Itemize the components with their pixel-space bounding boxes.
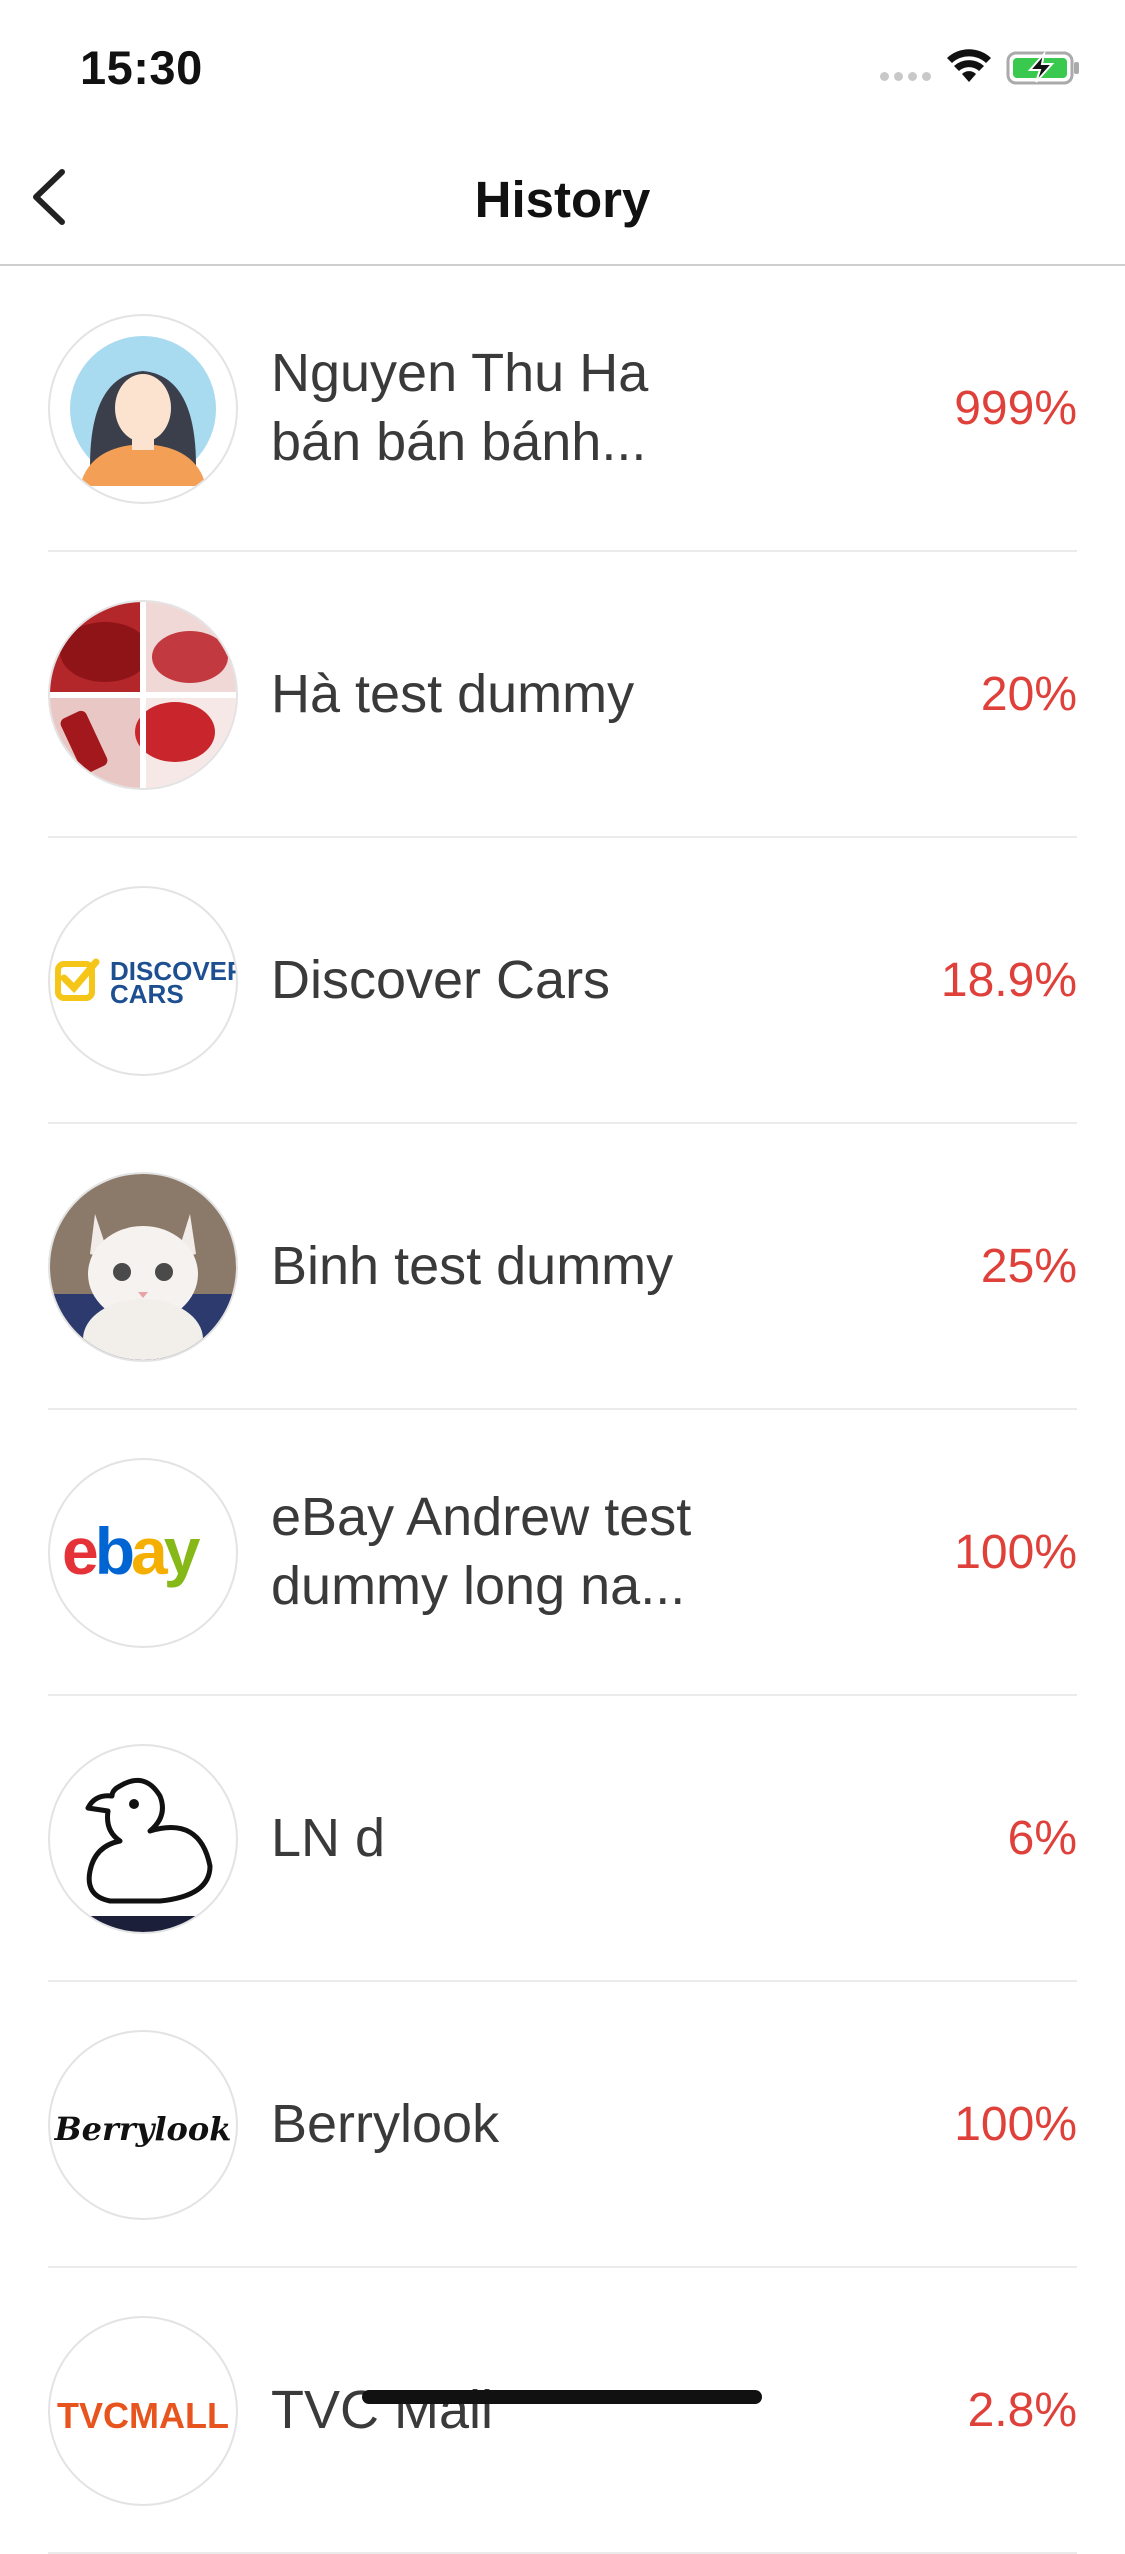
item-percent: 100%: [954, 2097, 1077, 2151]
list-item[interactable]: LN d 6%: [48, 1696, 1077, 1982]
woman-avatar-icon: [48, 314, 238, 504]
item-name: LN d: [271, 1807, 386, 1868]
list-item[interactable]: Hà test dummy 20%: [48, 552, 1077, 838]
list-item[interactable]: Berrylook Berrylook 100%: [48, 1982, 1077, 2268]
item-percent: 6%: [1007, 1811, 1077, 1865]
kitten-photo-icon: [48, 1172, 238, 1362]
berrylook-logo-icon: Berrylook: [48, 2030, 238, 2220]
item-percent: 100%: [954, 1525, 1077, 1579]
duck-logo-icon: [48, 1744, 238, 1934]
list-item[interactable]: DISCOVER CARS Discover Cars 18.9%: [48, 838, 1077, 1124]
item-name: TVC Mall: [271, 2379, 494, 2440]
item-percent: 2.8%: [967, 2383, 1077, 2437]
cellular-signal-icon: [880, 72, 934, 84]
tvcmall-logo-icon: TVCMALL: [48, 2316, 238, 2506]
status-time: 15:30: [80, 41, 203, 94]
battery-charging-icon: [1006, 50, 1079, 85]
item-name: Hà test dummy: [271, 663, 635, 724]
item-percent: 18.9%: [940, 953, 1077, 1007]
item-percent: 25%: [980, 1239, 1077, 1293]
page-title: History: [474, 171, 651, 228]
list-item[interactable]: Binh test dummy 25%: [48, 1124, 1077, 1410]
navigation-bar: History: [0, 132, 1125, 266]
home-indicator[interactable]: [362, 2390, 762, 2404]
item-name: eBay Andrew test dummy long na...: [271, 1487, 692, 1616]
list-item[interactable]: ebay eBay Andrew test dummy long na... 10…: [48, 1410, 1077, 1696]
item-name: Binh test dummy: [271, 1235, 674, 1296]
item-name: Nguyen Thu Ha bán bán bánh...: [271, 343, 649, 472]
list-item[interactable]: Nguyen Thu Ha bán bán bánh... 999%: [48, 266, 1077, 552]
ebay-logo-icon: ebay: [48, 1458, 238, 1648]
item-name: Berrylook: [271, 2093, 500, 2154]
discover-cars-logo-icon: DISCOVER CARS: [48, 886, 238, 1076]
history-list: Nguyen Thu Ha bán bán bánh... 999% Hà tes…: [0, 266, 1125, 2554]
wifi-icon: [947, 49, 991, 82]
lipstick-photo-icon: [48, 600, 238, 790]
item-percent: 20%: [980, 667, 1077, 721]
list-item[interactable]: TVCMALL TVC Mall 2.8%: [48, 2268, 1077, 2554]
svg-text:TVCMALL: TVCMALL: [57, 2395, 229, 2436]
item-percent: 999%: [954, 381, 1077, 435]
status-bar: 15:30: [0, 0, 1125, 132]
svg-text:ebay: ebay: [62, 1514, 201, 1588]
svg-text:CARS: CARS: [110, 979, 184, 1009]
item-name: Discover Cars: [271, 949, 611, 1010]
svg-text:Berrylook: Berrylook: [54, 2110, 232, 2148]
